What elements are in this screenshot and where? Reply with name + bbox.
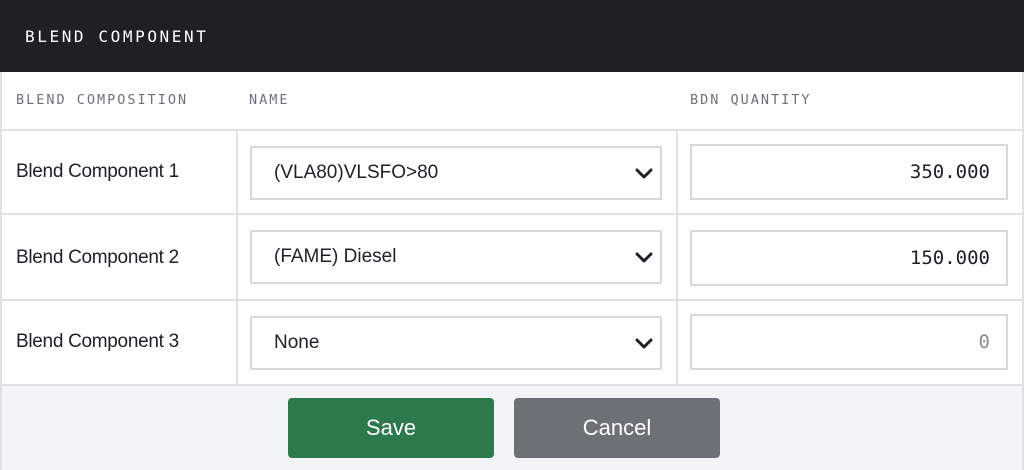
cancel-button[interactable]: Cancel (514, 398, 720, 458)
divider (2, 299, 1022, 301)
column-header-name: NAME (249, 92, 290, 108)
bdn-quantity-input[interactable]: 0 (690, 314, 1008, 370)
component-name-select[interactable]: None (250, 316, 662, 370)
component-name-select[interactable]: (VLA80)VLSFO>80 (250, 146, 662, 200)
row-label: Blend Component 2 (16, 247, 179, 268)
modal-header: BLEND COMPONENT (0, 0, 1024, 72)
blend-component-modal: BLEND COMPONENT BLEND COMPOSITION NAME B… (0, 0, 1024, 470)
select-value: None (274, 332, 320, 353)
modal-footer: Save Cancel (2, 384, 1022, 470)
chevron-down-icon (635, 338, 653, 349)
quantity-placeholder: 0 (978, 331, 990, 353)
column-header-composition: BLEND COMPOSITION (16, 92, 189, 108)
column-header-quantity: BDN QUANTITY (690, 92, 812, 108)
bdn-quantity-input[interactable]: 150.000 (690, 230, 1008, 286)
divider (2, 129, 1022, 131)
quantity-value: 150.000 (909, 247, 990, 269)
quantity-value: 350.000 (909, 161, 990, 183)
column-divider (236, 129, 238, 384)
save-button[interactable]: Save (288, 398, 494, 458)
column-divider (676, 129, 678, 384)
row-label: Blend Component 3 (16, 331, 179, 352)
component-name-select[interactable]: (FAME) Diesel (250, 230, 662, 284)
blend-table: BLEND COMPOSITION NAME BDN QUANTITY Blen… (0, 72, 1024, 470)
chevron-down-icon (635, 252, 653, 263)
divider (2, 213, 1022, 215)
modal-title: BLEND COMPONENT (25, 26, 209, 46)
row-label: Blend Component 1 (16, 161, 179, 182)
chevron-down-icon (635, 168, 653, 179)
select-value: (FAME) Diesel (274, 246, 397, 267)
bdn-quantity-input[interactable]: 350.000 (690, 144, 1008, 200)
select-value: (VLA80)VLSFO>80 (274, 162, 439, 183)
